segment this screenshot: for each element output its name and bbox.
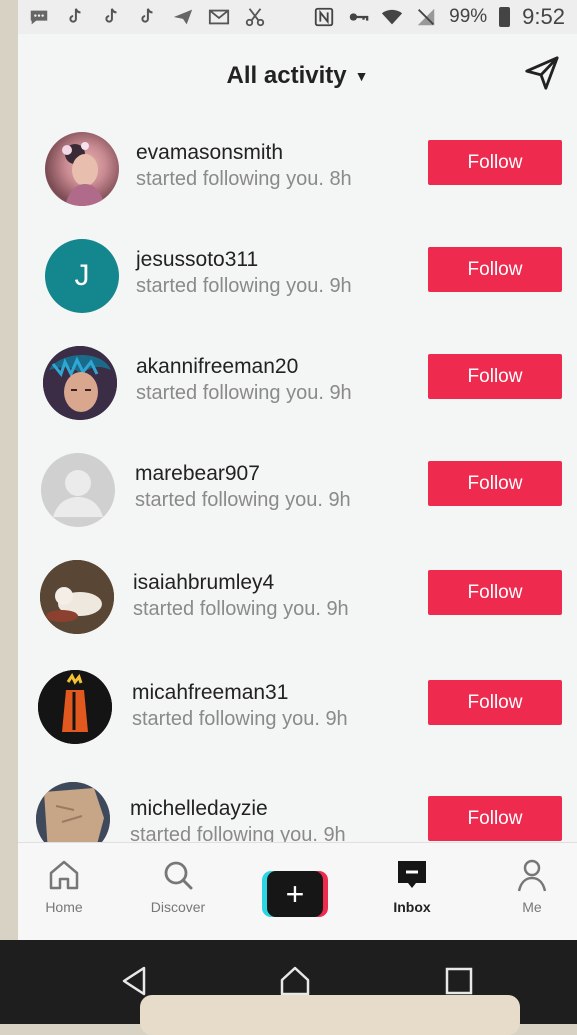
search-icon bbox=[164, 861, 193, 890]
caret-down-icon: ▼ bbox=[354, 68, 369, 84]
home-icon bbox=[49, 860, 79, 890]
nfc-icon bbox=[313, 6, 335, 28]
follow-button[interactable]: Follow bbox=[428, 570, 562, 615]
follow-button[interactable]: Follow bbox=[428, 247, 562, 292]
wifi-icon bbox=[381, 6, 403, 28]
clock: 9:52 bbox=[522, 4, 565, 29]
square-icon bbox=[445, 967, 473, 995]
profile-icon bbox=[517, 859, 547, 892]
send-icon bbox=[172, 6, 194, 28]
tab-me-label: Me bbox=[522, 899, 542, 915]
signal-off-icon bbox=[415, 6, 437, 28]
activity-item: evamasonsmith started following you. 8h … bbox=[18, 118, 577, 225]
activity-item: marebear907 started following you. 9h Fo… bbox=[18, 439, 577, 546]
avatar[interactable] bbox=[45, 132, 119, 206]
avatar[interactable]: J bbox=[45, 239, 119, 313]
activity-text: started following you. 9h bbox=[136, 275, 352, 297]
header: All activity ▼ bbox=[18, 34, 577, 118]
tab-me[interactable]: Me bbox=[492, 857, 572, 915]
activity-item: micahfreeman31 started following you. 9h… bbox=[18, 656, 577, 766]
page-title: All activity bbox=[226, 62, 347, 89]
activity-text: started following you. 8h bbox=[136, 168, 352, 190]
inbox-icon bbox=[398, 861, 426, 888]
status-bar: 99% 9:52 bbox=[18, 0, 577, 34]
tiktok-icon bbox=[64, 6, 86, 28]
tab-inbox-label: Inbox bbox=[393, 899, 431, 915]
back-button[interactable] bbox=[118, 964, 152, 998]
create-button[interactable]: + bbox=[262, 871, 328, 917]
gmail-icon bbox=[208, 6, 230, 28]
follow-button[interactable]: Follow bbox=[428, 140, 562, 185]
avatar[interactable] bbox=[40, 560, 114, 634]
username[interactable]: michelledayzie bbox=[130, 796, 346, 822]
activity-item: akannifreeman20 started following you. 9… bbox=[18, 332, 577, 439]
avatar[interactable] bbox=[43, 346, 117, 420]
tiktok-icon bbox=[100, 6, 122, 28]
username[interactable]: marebear907 bbox=[135, 461, 351, 487]
direct-message-button[interactable] bbox=[523, 54, 563, 94]
activity-text: started following you. 9h bbox=[135, 489, 351, 511]
activity-list: evamasonsmith started following you. 8h … bbox=[18, 118, 577, 880]
status-notifications bbox=[28, 6, 266, 28]
tab-home-label: Home bbox=[45, 899, 83, 915]
follow-button[interactable]: Follow bbox=[428, 796, 562, 841]
username[interactable]: jesussoto311 bbox=[136, 247, 352, 273]
battery-percent: 99% bbox=[449, 6, 488, 27]
avatar-initial: J bbox=[74, 259, 90, 292]
battery-icon bbox=[499, 7, 511, 27]
home-outline-icon bbox=[280, 966, 310, 996]
tab-discover[interactable]: Discover bbox=[138, 857, 218, 915]
tiktok-icon bbox=[136, 6, 158, 28]
avatar[interactable] bbox=[38, 670, 112, 744]
plus-icon: + bbox=[267, 871, 323, 917]
activity-text: started following you. 9h bbox=[132, 708, 348, 730]
activity-item: isaiahbrumley4 started following you. 9h… bbox=[18, 546, 577, 656]
key-icon bbox=[347, 6, 369, 28]
username[interactable]: evamasonsmith bbox=[136, 140, 352, 166]
username[interactable]: micahfreeman31 bbox=[132, 680, 348, 706]
activity-text: started following you. 9h bbox=[136, 382, 352, 404]
activity-text: started following you. 9h bbox=[133, 598, 349, 620]
paper-plane-icon bbox=[525, 56, 559, 90]
tab-inbox[interactable]: Inbox bbox=[372, 857, 452, 915]
chat-icon bbox=[28, 6, 50, 28]
home-nav-button[interactable] bbox=[278, 964, 312, 998]
phone-screen: 99% 9:52 All activity ▼ evamasonsmith st… bbox=[18, 0, 577, 940]
activity-filter-dropdown[interactable]: All activity ▼ bbox=[227, 62, 369, 90]
follow-button[interactable]: Follow bbox=[428, 680, 562, 725]
activity-item: J jesussoto311 started following you. 9h… bbox=[18, 225, 577, 332]
follow-button[interactable]: Follow bbox=[428, 461, 562, 506]
status-system: 99% 9:52 bbox=[313, 4, 565, 30]
default-avatar-icon[interactable] bbox=[41, 453, 115, 527]
tab-discover-label: Discover bbox=[150, 899, 206, 915]
back-triangle-icon bbox=[122, 966, 146, 996]
username[interactable]: isaiahbrumley4 bbox=[133, 570, 349, 596]
tab-home[interactable]: Home bbox=[24, 857, 104, 915]
recents-button[interactable] bbox=[442, 964, 476, 998]
phone-case-edge bbox=[140, 995, 520, 1035]
bottom-tab-bar: Home Discover + Inbox Me bbox=[18, 842, 577, 940]
follow-button[interactable]: Follow bbox=[428, 354, 562, 399]
scissors-icon bbox=[244, 6, 266, 28]
username[interactable]: akannifreeman20 bbox=[136, 354, 352, 380]
